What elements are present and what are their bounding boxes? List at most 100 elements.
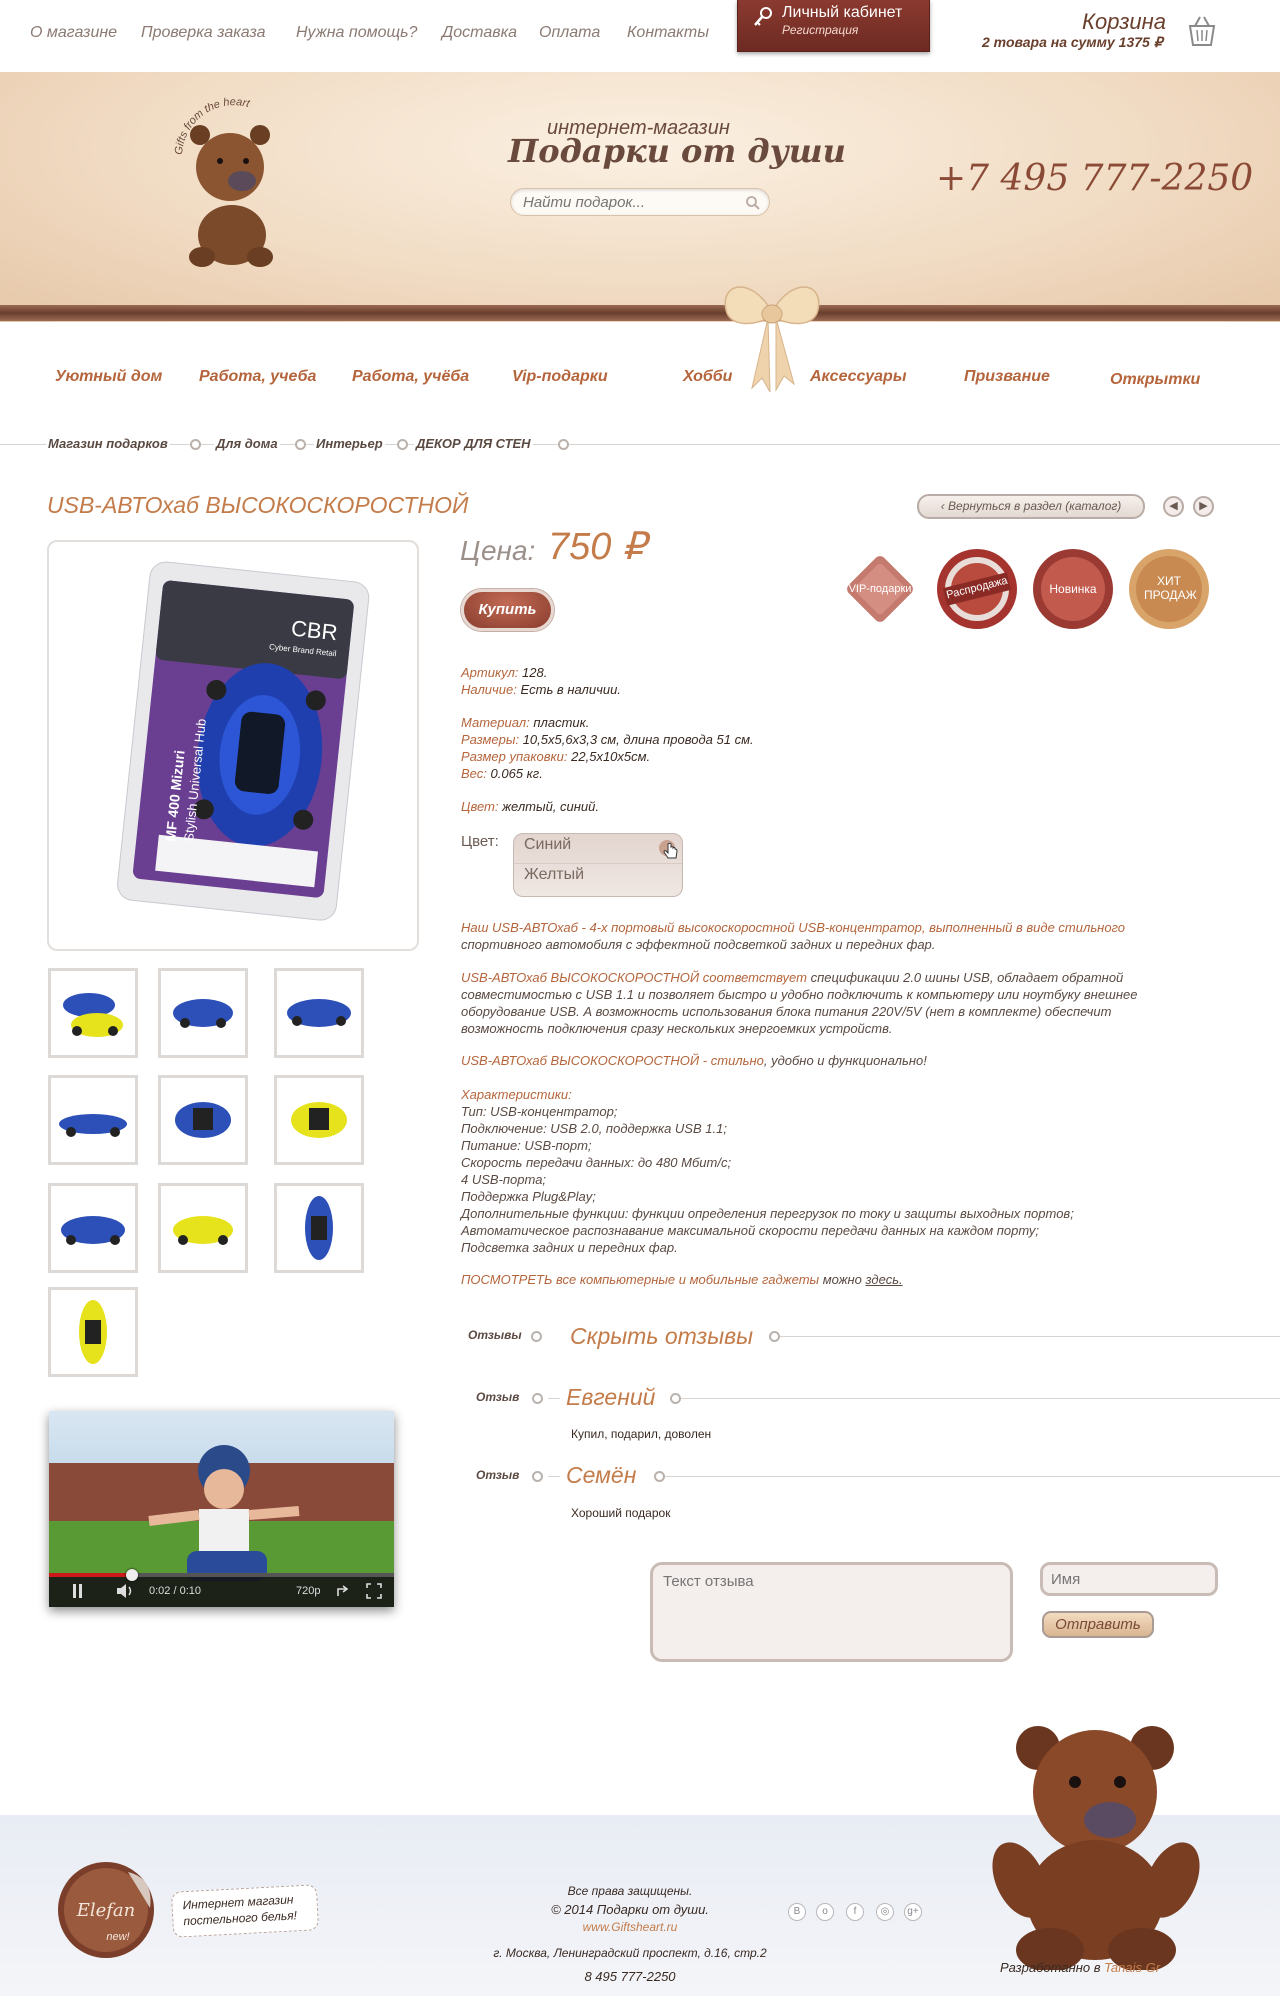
- car-thumb: [63, 993, 123, 1037]
- breadcrumb-item-shop[interactable]: Магазин подарков: [46, 436, 170, 451]
- hide-reviews-toggle[interactable]: Скрыть отзывы: [570, 1323, 753, 1350]
- breadcrumb-separator: [397, 439, 408, 450]
- thumbnail-6[interactable]: [274, 1075, 364, 1165]
- review-text-input[interactable]: [650, 1562, 1013, 1662]
- spec-item: Поддержка Plug&Play;: [461, 1189, 596, 1204]
- thumbnail-3[interactable]: [274, 968, 364, 1058]
- nav-cozy-home[interactable]: Уютный дом: [55, 368, 162, 386]
- vk-icon[interactable]: В: [788, 1903, 806, 1921]
- badge-sale[interactable]: Распродажа: [936, 548, 1018, 630]
- nav-accessories[interactable]: Аксессуары: [810, 368, 906, 386]
- product-main-image[interactable]: CBR Cyber Brand Retail MF 400 Mizuri Sty…: [47, 540, 419, 951]
- search-input[interactable]: [523, 192, 733, 212]
- car-thumb: [61, 1216, 125, 1245]
- basket-icon[interactable]: [1184, 14, 1220, 48]
- video-progress-bar[interactable]: [49, 1573, 132, 1577]
- partner-logo-text: Elefan: [76, 1900, 136, 1921]
- key-icon: [754, 7, 772, 26]
- desc-line: спортивного автомобиля с эффектной подсв…: [461, 937, 936, 952]
- breadcrumb-item-wall-decor[interactable]: ДЕКОР ДЛЯ СТЕН: [414, 436, 533, 451]
- video-quality[interactable]: 720p: [296, 1585, 320, 1597]
- search-icon[interactable]: [745, 195, 761, 211]
- prop-article: Артикул: 128.: [461, 664, 547, 681]
- prop-key: Размеры:: [461, 732, 520, 747]
- description-paragraph-1: Наш USB-АВТОхаб - 4-х портовый высокоско…: [461, 919, 1221, 953]
- share-icon[interactable]: [336, 1584, 352, 1598]
- send-review-button[interactable]: Отправить: [1042, 1611, 1154, 1638]
- back-to-catalog-button[interactable]: ‹ Вернуться в раздел (каталог): [917, 494, 1145, 519]
- desc-accent: USB-АВТОхаб ВЫСОКОСКОРОСТНОЙ - стильно: [461, 1053, 764, 1068]
- topnav-payment[interactable]: Оплата: [539, 24, 600, 42]
- spec-item: Подключение: USB 2.0, поддержка USB 1.1;: [461, 1121, 727, 1136]
- fullscreen-icon[interactable]: [366, 1583, 382, 1599]
- prop-weight: Вес: 0.065 кг.: [461, 765, 543, 782]
- facebook-icon[interactable]: f: [846, 1903, 864, 1921]
- video-progress-handle[interactable]: [125, 1569, 138, 1581]
- developer-link[interactable]: Tanais Gr: [1104, 1960, 1160, 1975]
- nav-hobby[interactable]: Хобби: [683, 368, 732, 386]
- google-plus-icon[interactable]: g+: [904, 1903, 922, 1921]
- color-select[interactable]: Синий Желтый: [513, 833, 683, 897]
- topnav-order-check[interactable]: Проверка заказа: [141, 24, 266, 42]
- partner-logo[interactable]: Elefan new!: [54, 1858, 158, 1962]
- volume-icon[interactable]: [115, 1583, 135, 1599]
- thumbnail-5[interactable]: [158, 1075, 248, 1165]
- shop-name[interactable]: Подарки от души: [508, 132, 846, 170]
- nav-work-study-2[interactable]: Работа, учёба: [352, 368, 469, 386]
- nav-calling[interactable]: Призвание: [964, 368, 1050, 386]
- package-brand: CBR: [290, 616, 339, 646]
- buy-button[interactable]: Купить: [461, 589, 554, 631]
- badge-bestseller[interactable]: ХИТ ПРОДАЖ: [1128, 548, 1210, 630]
- register-link[interactable]: Регистрация: [782, 23, 858, 37]
- prev-product-button[interactable]: ◀: [1163, 496, 1184, 517]
- badge-new[interactable]: Новинка: [1032, 548, 1114, 630]
- thumbnail-7[interactable]: [48, 1183, 138, 1273]
- thumbnail-8[interactable]: [158, 1183, 248, 1273]
- logo-teddy-bear[interactable]: Gifts from the heart: [160, 95, 300, 275]
- reviews-separator: [531, 1331, 542, 1342]
- prop-key: Цвет:: [461, 799, 499, 814]
- topnav-contacts[interactable]: Контакты: [627, 24, 709, 42]
- cabinet-label[interactable]: Личный кабинет: [782, 4, 902, 22]
- footer-site-link[interactable]: www.Giftsheart.ru: [480, 1920, 780, 1934]
- video-player[interactable]: 0:02 / 0:10 720p: [49, 1411, 394, 1607]
- prop-key: Вес:: [461, 766, 487, 781]
- thumbnail-2[interactable]: [158, 968, 248, 1058]
- nav-cards[interactable]: Открытки: [1110, 371, 1200, 389]
- odnoklassniki-icon[interactable]: о: [816, 1903, 834, 1921]
- price-label: Цена:: [460, 535, 536, 566]
- prop-stock: Наличие: Есть в наличии.: [461, 681, 621, 698]
- pause-icon[interactable]: [73, 1584, 83, 1598]
- spec-item: Дополнительные функции: функции определе…: [461, 1206, 1074, 1221]
- cart-summary: 2 товара на сумму 1375 ₽: [982, 34, 1163, 50]
- reviews-divider: [770, 1336, 1280, 1337]
- breadcrumb-item-interior[interactable]: Интерьер: [314, 436, 385, 451]
- car-thumb: [173, 1216, 233, 1245]
- topnav-help[interactable]: Нужна помощь?: [296, 24, 417, 42]
- personal-cabinet-button[interactable]: Личный кабинет Регистрация: [737, 0, 930, 52]
- topnav-about[interactable]: О магазине: [30, 24, 117, 42]
- badge-vip[interactable]: VIP-подарки: [839, 548, 921, 630]
- thumbnail-9[interactable]: [274, 1183, 364, 1273]
- thumbnail-4[interactable]: [48, 1075, 138, 1165]
- topnav-delivery[interactable]: Доставка: [442, 24, 517, 42]
- instagram-icon[interactable]: ◎: [876, 1903, 894, 1921]
- more-gadgets-link[interactable]: здесь.: [866, 1272, 903, 1287]
- breadcrumb-item-home[interactable]: Для дома: [214, 436, 280, 451]
- thumbnail-1[interactable]: [48, 968, 138, 1058]
- more-gadgets-line: ПОСМОТРЕТЬ все компьютерные и мобильные …: [461, 1271, 1221, 1288]
- color-option-blue[interactable]: Синий: [524, 836, 571, 854]
- cart-title[interactable]: Корзина: [1082, 9, 1166, 35]
- car-thumb: [287, 999, 351, 1027]
- next-product-button[interactable]: ▶: [1193, 496, 1214, 517]
- review-author: Евгений: [566, 1384, 656, 1410]
- thumbnail-10[interactable]: [48, 1287, 138, 1377]
- nav-vip-gifts[interactable]: Vip-подарки: [512, 368, 608, 386]
- color-option-yellow[interactable]: Желтый: [524, 866, 584, 884]
- review-name-input[interactable]: [1040, 1562, 1218, 1596]
- review-divider: [548, 1398, 560, 1399]
- review-divider: [664, 1476, 1280, 1477]
- review-label: Отзыв: [476, 1468, 520, 1482]
- badge-bestseller-label: ХИТ ПРОДАЖ: [1144, 574, 1197, 602]
- nav-work-study[interactable]: Работа, учеба: [199, 368, 316, 386]
